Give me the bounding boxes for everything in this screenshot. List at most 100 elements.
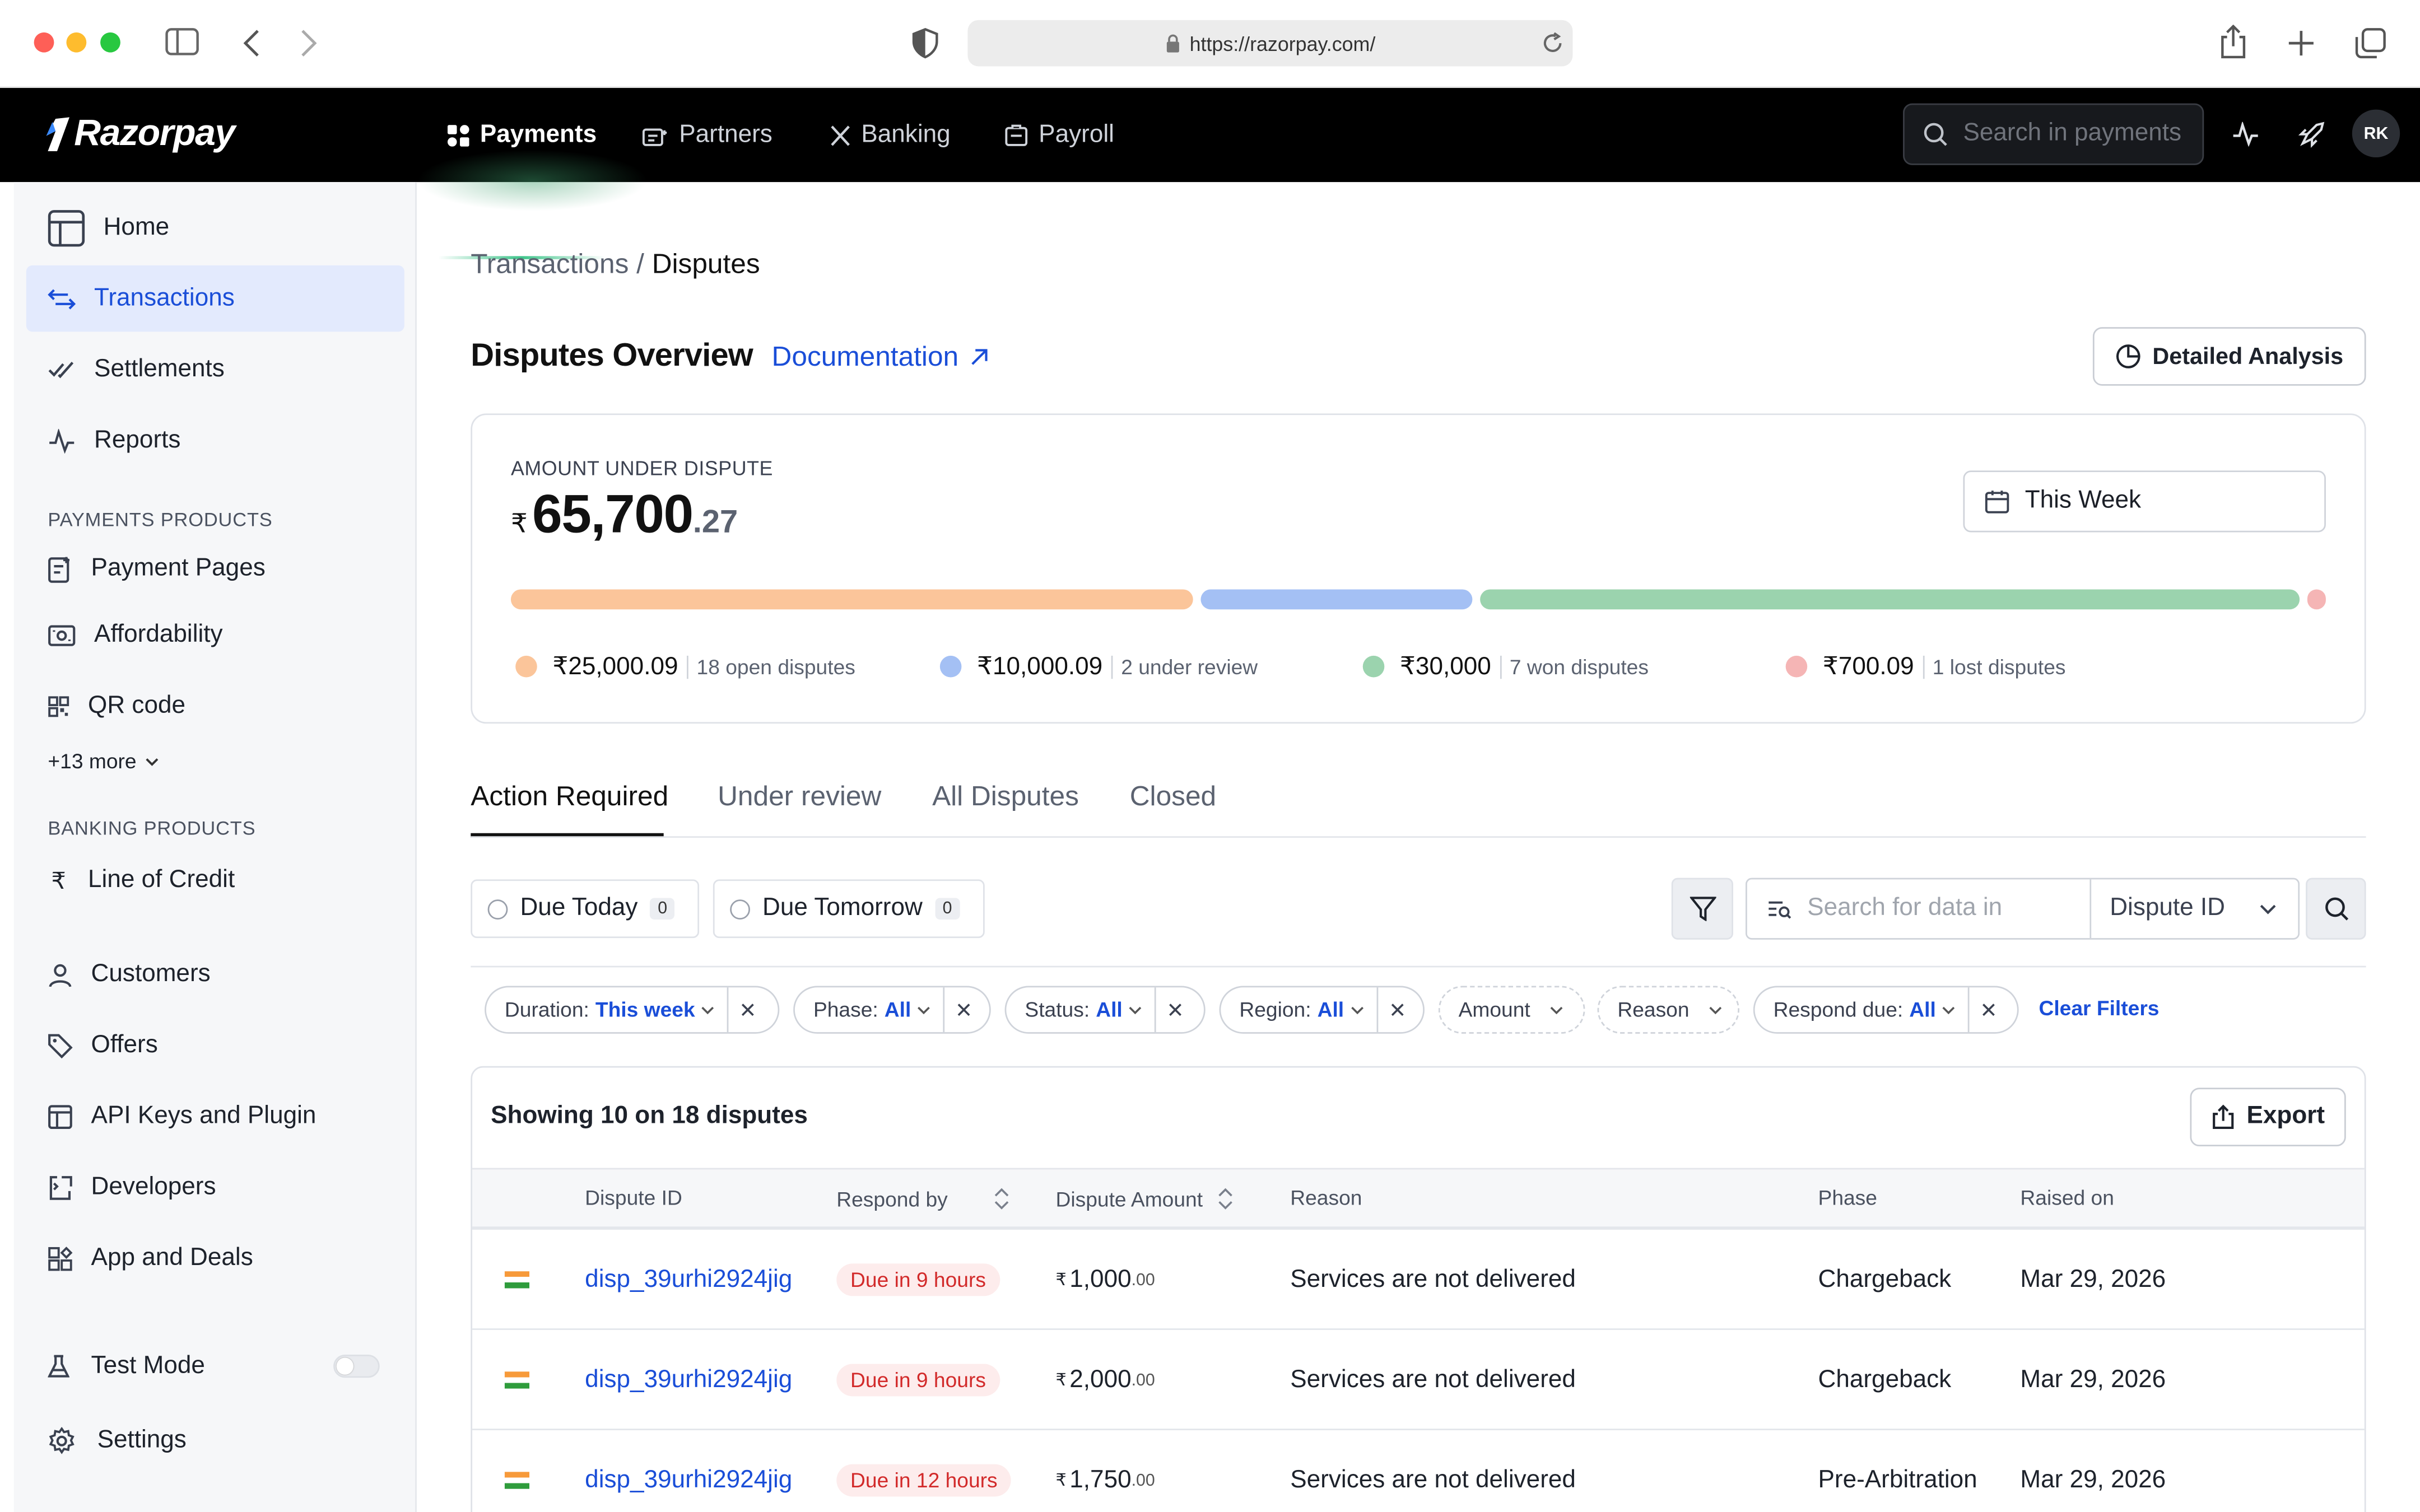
sidebar-item-reports[interactable]: Reports bbox=[26, 407, 404, 473]
export-button[interactable]: Export bbox=[2190, 1088, 2346, 1147]
india-flag-icon bbox=[504, 1330, 529, 1430]
reload-icon[interactable] bbox=[1542, 32, 1563, 54]
shield-icon[interactable] bbox=[912, 27, 938, 59]
sidebar-item-label: Home bbox=[103, 213, 170, 240]
rocket-icon[interactable] bbox=[2298, 120, 2326, 148]
nav-banking[interactable]: Banking bbox=[830, 88, 951, 182]
search-button[interactable] bbox=[2306, 878, 2366, 940]
avatar[interactable]: RK bbox=[2352, 109, 2400, 158]
column-dispute-amount[interactable]: Dispute Amount bbox=[1055, 1187, 1234, 1211]
razorpay-logo[interactable]: Razorpay bbox=[43, 113, 235, 156]
tab-closed[interactable]: Closed bbox=[1130, 781, 1216, 813]
sidebar-item-home[interactable]: Home bbox=[26, 194, 404, 260]
column-respond-by[interactable]: Respond by bbox=[836, 1187, 1009, 1211]
status-filter-chip[interactable]: Status: All bbox=[1004, 986, 1206, 1034]
close-icon bbox=[1391, 1004, 1404, 1016]
address-bar[interactable]: https://razorpay.com/ bbox=[967, 20, 1573, 67]
api-keys-icon bbox=[48, 1104, 72, 1128]
due-today-filter[interactable]: Due Today 0 bbox=[471, 879, 700, 939]
remove-filter-button[interactable] bbox=[943, 987, 984, 1033]
sidebar-item-offers[interactable]: Offers bbox=[26, 1012, 404, 1078]
share-icon[interactable] bbox=[2219, 25, 2247, 59]
minimize-window-button[interactable] bbox=[66, 32, 87, 53]
table-search-input[interactable]: Search for data in bbox=[1747, 879, 2092, 939]
region-filter-chip[interactable]: Region: All bbox=[1219, 986, 1425, 1034]
payments-search-input[interactable]: Search in payments bbox=[1903, 103, 2204, 165]
table-row[interactable]: disp_39urhi2924jig Due in 12 hours ₹1,75… bbox=[472, 1429, 2365, 1512]
nav-payroll-label: Payroll bbox=[1039, 121, 1114, 148]
search-placeholder: Search for data in bbox=[1807, 894, 2003, 921]
tab-all-disputes[interactable]: All Disputes bbox=[932, 781, 1079, 813]
filter-value: All bbox=[884, 998, 911, 1021]
table-row[interactable]: disp_39urhi2924jig Due in 9 hours ₹1,000… bbox=[472, 1228, 2365, 1328]
reason-filter-chip[interactable]: Reason bbox=[1597, 986, 1739, 1034]
india-flag-icon bbox=[504, 1430, 529, 1512]
breadcrumb-current: Disputes bbox=[651, 248, 760, 279]
forward-icon[interactable] bbox=[299, 29, 318, 57]
filter-button[interactable] bbox=[1671, 878, 1733, 940]
sidebar-item-app-and-deals[interactable]: App and Deals bbox=[26, 1225, 404, 1291]
sidebar-item-affordability[interactable]: Affordability bbox=[26, 601, 404, 668]
chevron-down-icon bbox=[918, 1006, 930, 1014]
dispute-id-link[interactable]: disp_39urhi2924jig bbox=[585, 1430, 792, 1512]
chevron-down-icon bbox=[146, 757, 159, 766]
test-mode-toggle[interactable] bbox=[333, 1354, 380, 1378]
sidebar-item-transactions[interactable]: Transactions bbox=[26, 265, 404, 332]
breadcrumb-transactions[interactable]: Transactions bbox=[471, 249, 629, 281]
tab-under-review[interactable]: Under review bbox=[718, 781, 881, 813]
search-field-select[interactable]: Dispute ID bbox=[2091, 879, 2298, 938]
documentation-link[interactable]: Documentation bbox=[772, 341, 988, 374]
clear-filters-link[interactable]: Clear Filters bbox=[2039, 997, 2159, 1020]
sidebar-item-settlements[interactable]: Settlements bbox=[26, 337, 404, 403]
table-row[interactable]: disp_39urhi2924jig Due in 9 hours ₹2,000… bbox=[472, 1328, 2365, 1429]
amount-value: 2,000 bbox=[1069, 1366, 1132, 1393]
activity-icon[interactable] bbox=[2232, 122, 2260, 147]
nav-partners[interactable]: Partners bbox=[642, 88, 772, 182]
remove-filter-button[interactable] bbox=[727, 987, 768, 1033]
sidebar-item-developers[interactable]: Developers bbox=[26, 1154, 404, 1220]
column-label: Phase bbox=[1818, 1186, 1877, 1210]
sidebar-item-customers[interactable]: Customers bbox=[26, 941, 404, 1007]
radio-button[interactable] bbox=[730, 898, 750, 919]
amount-decimal: .00 bbox=[1131, 1370, 1155, 1389]
remove-filter-button[interactable] bbox=[1376, 987, 1417, 1033]
due-tomorrow-filter[interactable]: Due Tomorrow 0 bbox=[713, 879, 985, 939]
phase-filter-chip[interactable]: Phase: All bbox=[793, 986, 991, 1034]
distribution-segment bbox=[1200, 589, 1473, 610]
detailed-analysis-button[interactable]: Detailed Analysis bbox=[2092, 327, 2366, 386]
close-window-button[interactable] bbox=[34, 32, 54, 53]
back-icon[interactable] bbox=[243, 29, 261, 57]
sidebar-item-line-of-credit[interactable]: ₹ Line of Credit bbox=[26, 847, 404, 913]
sidebar-item-api-keys[interactable]: API Keys and Plugin bbox=[26, 1083, 404, 1149]
legend-dot bbox=[515, 655, 537, 678]
url-text: https://razorpay.com/ bbox=[1189, 31, 1376, 55]
new-tab-icon[interactable] bbox=[2287, 29, 2315, 57]
sidebar-toggle-icon[interactable] bbox=[165, 28, 199, 56]
sidebar-item-qr-code[interactable]: QR code bbox=[26, 673, 404, 739]
respond-due-filter-chip[interactable]: Respond due: All bbox=[1753, 986, 2019, 1034]
sidebar-item-payment-pages[interactable]: Payment Pages bbox=[26, 535, 404, 601]
tabs-overview-icon[interactable] bbox=[2355, 28, 2386, 59]
nav-payments[interactable]: Payments bbox=[447, 88, 597, 182]
legend-open: ₹25,000.09 18 open disputes bbox=[515, 651, 855, 682]
remove-filter-button[interactable] bbox=[1155, 987, 1195, 1033]
chevron-down-icon bbox=[1549, 1006, 1562, 1014]
amount-filter-chip[interactable]: Amount bbox=[1438, 986, 1585, 1034]
duration-filter-chip[interactable]: Duration: This week bbox=[485, 986, 780, 1034]
dispute-phase: Chargeback bbox=[1818, 1366, 1952, 1393]
due-tomorrow-count: 0 bbox=[934, 898, 960, 920]
search-list-icon bbox=[1769, 900, 1791, 918]
dispute-phase: Chargeback bbox=[1818, 1266, 1952, 1292]
nav-payroll[interactable]: Payroll bbox=[1005, 88, 1114, 182]
razorpay-logo-icon bbox=[46, 117, 69, 151]
radio-button[interactable] bbox=[487, 898, 508, 919]
tab-action-required[interactable]: Action Required bbox=[471, 781, 668, 813]
maximize-window-button[interactable] bbox=[100, 32, 120, 53]
more-products-label: +13 more bbox=[48, 749, 137, 773]
dispute-id-link[interactable]: disp_39urhi2924jig bbox=[585, 1330, 792, 1430]
more-products-toggle[interactable]: +13 more bbox=[48, 750, 160, 773]
sidebar-item-settings[interactable]: Settings bbox=[26, 1407, 404, 1473]
remove-filter-button[interactable] bbox=[1968, 987, 2009, 1033]
dispute-id-link[interactable]: disp_39urhi2924jig bbox=[585, 1230, 792, 1330]
period-selector[interactable]: This Week bbox=[1963, 470, 2326, 533]
